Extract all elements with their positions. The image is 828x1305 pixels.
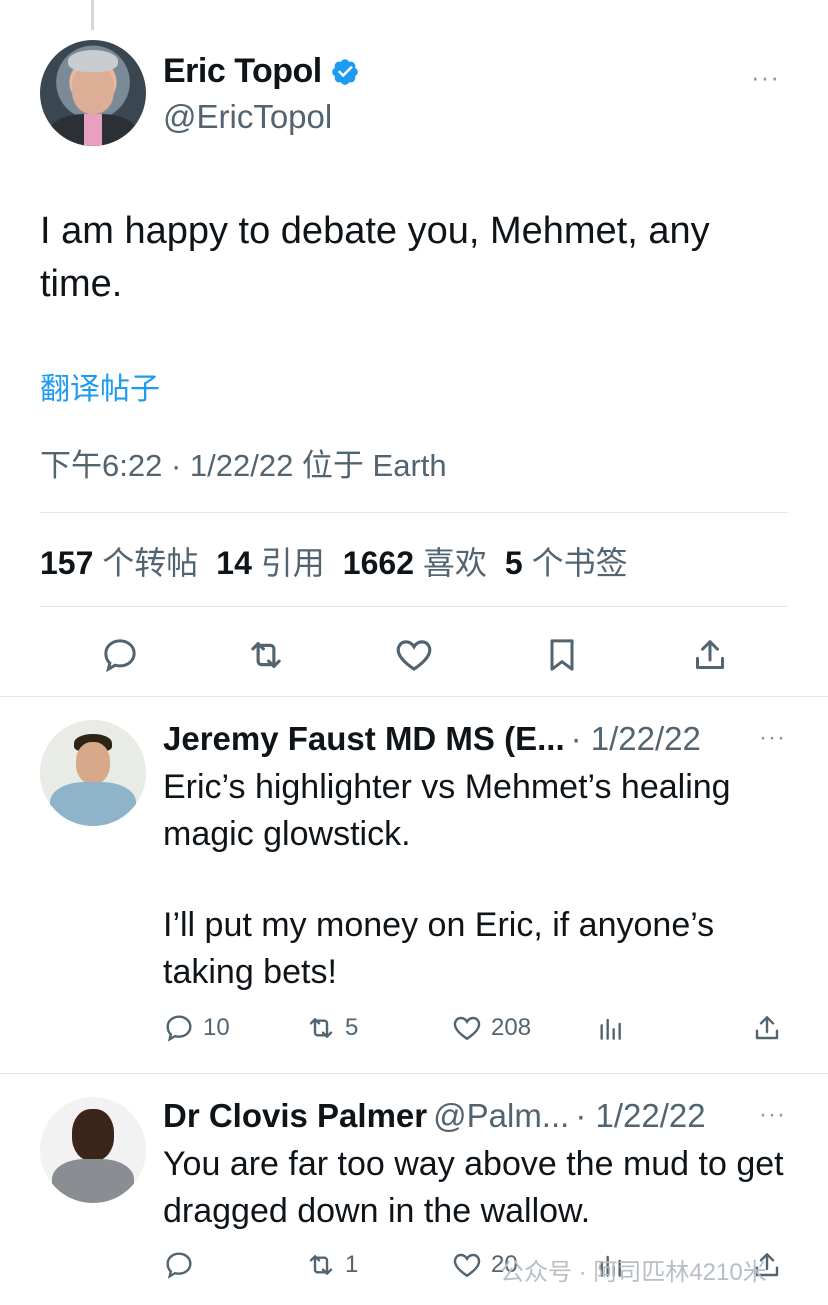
retweet-button[interactable]: 5 [305, 1008, 358, 1048]
stat-label: 引用 [260, 545, 325, 581]
engagement-stats: 157 个转帖 14 引用 1662 喜欢 5 个书签 [40, 538, 628, 584]
heart-icon [453, 1016, 481, 1041]
reply-tweet[interactable]: Jeremy Faust MD MS (E... · 1/22/22 ··· E… [0, 696, 828, 1074]
stat-quotes[interactable]: 14 引用 [216, 538, 325, 584]
retweet-button[interactable] [244, 630, 288, 680]
share-icon [696, 640, 724, 669]
main-tweet-header: Eric Topol @EricTopol ··· [40, 40, 790, 150]
author-name-text[interactable]: Eric Topol [163, 52, 322, 91]
reply-author-name[interactable]: Dr Clovis Palmer [163, 1097, 427, 1135]
like-button[interactable]: 208 [451, 1008, 531, 1048]
watermark: 公众号 · 阿司匹林4210米 [500, 1259, 767, 1286]
translate-link[interactable]: 翻译帖子 [40, 364, 160, 408]
thread-connector-line [91, 0, 94, 30]
verified-badge-icon [331, 58, 358, 85]
divider [40, 512, 788, 513]
stat-count: 5 [504, 545, 523, 581]
stat-count: 14 [216, 545, 252, 581]
reply-text: Eric’s highlighter vs Mehmet’s healing m… [163, 768, 731, 853]
reply-author-name[interactable]: Jeremy Faust MD MS (E... [163, 720, 565, 758]
analytics-icon [600, 1018, 621, 1040]
like-button[interactable] [392, 630, 436, 680]
like-count: 208 [491, 1014, 532, 1041]
tweet-timestamp-location: 下午6:22 · 1/22/22 位于 Earth [40, 448, 447, 483]
avatar[interactable] [40, 40, 146, 146]
divider [40, 606, 788, 607]
stat-retweets[interactable]: 157 个转帖 [40, 538, 198, 584]
more-options-icon[interactable]: ··· [759, 1101, 786, 1129]
retweet-icon [309, 1018, 333, 1038]
reply-button[interactable] [163, 1245, 195, 1285]
retweet-count: 1 [345, 1251, 359, 1278]
reply-action-bar: 10 5 208 [163, 1008, 793, 1048]
reply-date[interactable]: · 1/22/22 [571, 720, 701, 758]
avatar[interactable] [40, 720, 146, 826]
share-button[interactable] [751, 1008, 783, 1048]
share-icon [755, 1016, 779, 1040]
stat-label: 喜欢 [422, 545, 487, 581]
bookmark-icon [550, 639, 574, 671]
reply-text: You are far too way above the mud to get… [163, 1145, 784, 1230]
retweet-button[interactable]: 1 [305, 1245, 358, 1285]
stat-count: 1662 [342, 545, 414, 581]
stat-likes[interactable]: 1662 喜欢 [343, 538, 487, 584]
reply-button[interactable]: 10 [163, 1008, 230, 1048]
retweet-icon [251, 642, 281, 668]
reply-author-handle[interactable]: @Palm... [433, 1097, 569, 1135]
retweet-count: 5 [345, 1014, 359, 1041]
reply-button[interactable] [98, 630, 142, 680]
reply-icon [104, 639, 136, 673]
reply-header: Dr Clovis Palmer @Palm... · 1/22/22 [163, 1097, 706, 1135]
retweet-icon [309, 1255, 333, 1275]
share-button[interactable] [688, 630, 732, 680]
views-button[interactable] [595, 1008, 627, 1048]
stat-label: 个转帖 [102, 545, 199, 581]
reply-text: I’ll put my money on Eric, if anyone’s t… [163, 906, 715, 991]
stat-label: 个书签 [531, 545, 628, 581]
tweet-action-bar [40, 630, 788, 680]
more-options-icon[interactable]: ··· [751, 62, 780, 93]
reply-icon [166, 1252, 192, 1279]
tweet-text: I am happy to debate you, Mehmet, any ti… [40, 210, 710, 305]
reply-count: 10 [203, 1014, 230, 1041]
stat-bookmarks[interactable]: 5 个书签 [505, 538, 628, 584]
author-handle[interactable]: @EricTopol [163, 98, 332, 136]
heart-icon [396, 640, 432, 671]
bookmark-button[interactable] [540, 630, 584, 680]
reply-icon [166, 1015, 192, 1042]
heart-icon [453, 1253, 481, 1278]
stat-count: 157 [40, 545, 94, 581]
avatar[interactable] [40, 1097, 146, 1203]
more-options-icon[interactable]: ··· [759, 724, 786, 752]
reply-date[interactable]: · 1/22/22 [575, 1097, 705, 1135]
author-name[interactable]: Eric Topol [163, 52, 360, 91]
reply-header: Jeremy Faust MD MS (E... · 1/22/22 [163, 720, 701, 758]
